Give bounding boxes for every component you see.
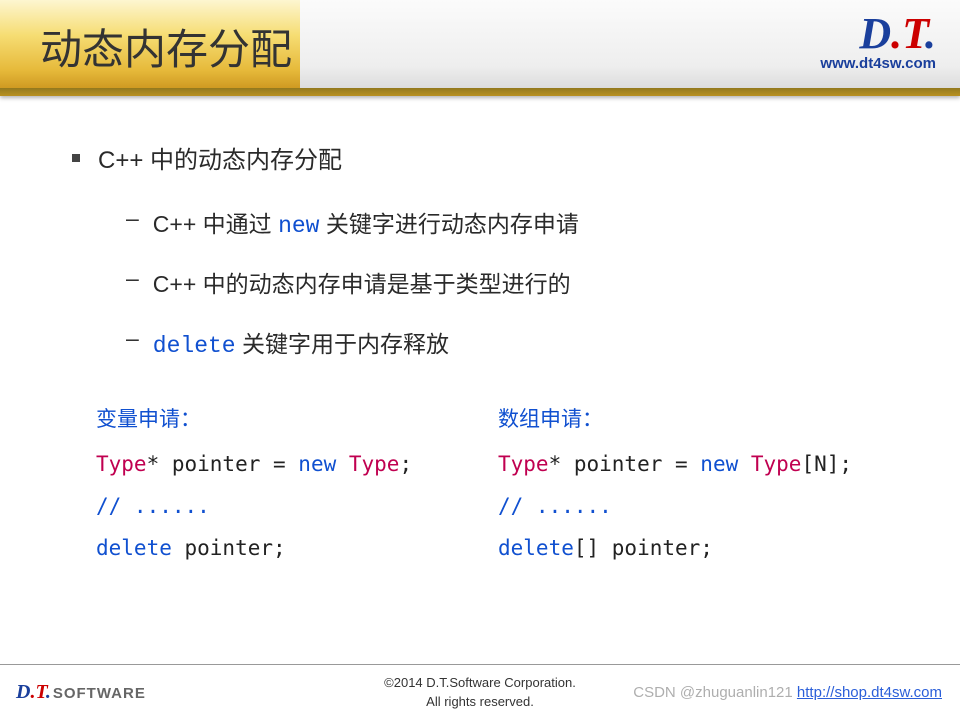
bullet-level1: C++ 中的动态内存分配 xyxy=(72,140,900,175)
heading-text: C++ 中的动态内存分配 xyxy=(98,140,342,175)
l-del: delete xyxy=(96,536,172,560)
logo-top: D.T. www.dt4sw.com xyxy=(820,8,936,72)
sub3-b: 关键字用于内存释放 xyxy=(236,331,449,357)
slide-content: C++ 中的动态内存分配 – C++ 中通过 new 关键字进行动态内存申请 –… xyxy=(0,96,960,569)
r-del-rest: [] pointer; xyxy=(574,536,713,560)
r-type2: Type xyxy=(738,452,801,476)
r-ptr: * pointer = xyxy=(549,452,701,476)
left-label: 变量申请： xyxy=(96,399,498,441)
left-line3: delete pointer; xyxy=(96,527,498,569)
header-shadow xyxy=(0,88,960,96)
l-del-rest: pointer; xyxy=(172,536,286,560)
sub-bullet-2: – C++ 中的动态内存申请是基于类型进行的 xyxy=(126,265,900,299)
example-left: 变量申请： Type* pointer = new Type; // .....… xyxy=(96,399,498,569)
dash-icon: – xyxy=(126,265,139,292)
r-type: Type xyxy=(498,452,549,476)
example-right: 数组申请： Type* pointer = new Type[N]; // ..… xyxy=(498,399,900,569)
square-bullet-icon xyxy=(72,154,80,162)
left-line1: Type* pointer = new Type; xyxy=(96,443,498,485)
r-new: new xyxy=(700,452,738,476)
l-type: Type xyxy=(96,452,147,476)
dash-icon: – xyxy=(126,325,139,352)
logo-dot1: . xyxy=(891,9,902,58)
watermark: CSDN @zhuguanlin121 xyxy=(633,684,793,701)
flogo-d: D xyxy=(16,681,30,703)
footer-right: CSDN @zhuguanlin121 http://shop.dt4sw.co… xyxy=(633,684,942,701)
l-end: ; xyxy=(399,452,412,476)
keyword-delete: delete xyxy=(153,333,236,359)
header-bg: 动态内存分配 D.T. www.dt4sw.com xyxy=(0,0,960,88)
footer-center: ©2014 D.T.Software Corporation. All righ… xyxy=(384,674,576,710)
l-ptr: * pointer = xyxy=(147,452,299,476)
footer-logo: D.T.SOFTWARE xyxy=(16,681,146,704)
r-arr: [N]; xyxy=(801,452,852,476)
sub1-b: 关键字进行动态内存申请 xyxy=(319,211,578,237)
l-new: new xyxy=(298,452,336,476)
slide-footer: D.T.SOFTWARE ©2014 D.T.Software Corporat… xyxy=(0,664,960,720)
right-line1: Type* pointer = new Type[N]; xyxy=(498,443,900,485)
l-type2: Type xyxy=(336,452,399,476)
keyword-new: new xyxy=(278,213,319,239)
right-label: 数组申请： xyxy=(498,399,900,441)
sub-bullet-3: – delete 关键字用于内存释放 xyxy=(126,325,900,359)
flogo-dot2: . xyxy=(46,681,51,703)
rights: All rights reserved. xyxy=(384,693,576,711)
logo-dot2: . xyxy=(925,9,936,58)
r-del: delete xyxy=(498,536,574,560)
slide-header: 动态内存分配 D.T. www.dt4sw.com xyxy=(0,0,960,96)
logo-url: www.dt4sw.com xyxy=(820,55,936,72)
sub1-a: C++ 中通过 xyxy=(153,211,278,237)
sub1-text: C++ 中通过 new 关键字进行动态内存申请 xyxy=(153,205,579,239)
logo-d: D xyxy=(859,9,891,58)
sub3-text: delete 关键字用于内存释放 xyxy=(153,325,449,359)
flogo-software: SOFTWARE xyxy=(53,685,146,702)
right-line3: delete[] pointer; xyxy=(498,527,900,569)
dash-icon: – xyxy=(126,205,139,232)
right-line2: // ...... xyxy=(498,485,900,527)
logo-t: T xyxy=(902,9,925,58)
flogo-t: T xyxy=(35,681,45,703)
shop-link[interactable]: http://shop.dt4sw.com xyxy=(797,684,942,701)
sub2-text: C++ 中的动态内存申请是基于类型进行的 xyxy=(153,265,571,299)
code-examples: 变量申请： Type* pointer = new Type; // .....… xyxy=(96,399,900,569)
left-line2: // ...... xyxy=(96,485,498,527)
slide-title: 动态内存分配 xyxy=(40,16,292,77)
sub-bullet-1: – C++ 中通过 new 关键字进行动态内存申请 xyxy=(126,205,900,239)
sublist: – C++ 中通过 new 关键字进行动态内存申请 – C++ 中的动态内存申请… xyxy=(126,205,900,359)
copyright: ©2014 D.T.Software Corporation. xyxy=(384,674,576,692)
